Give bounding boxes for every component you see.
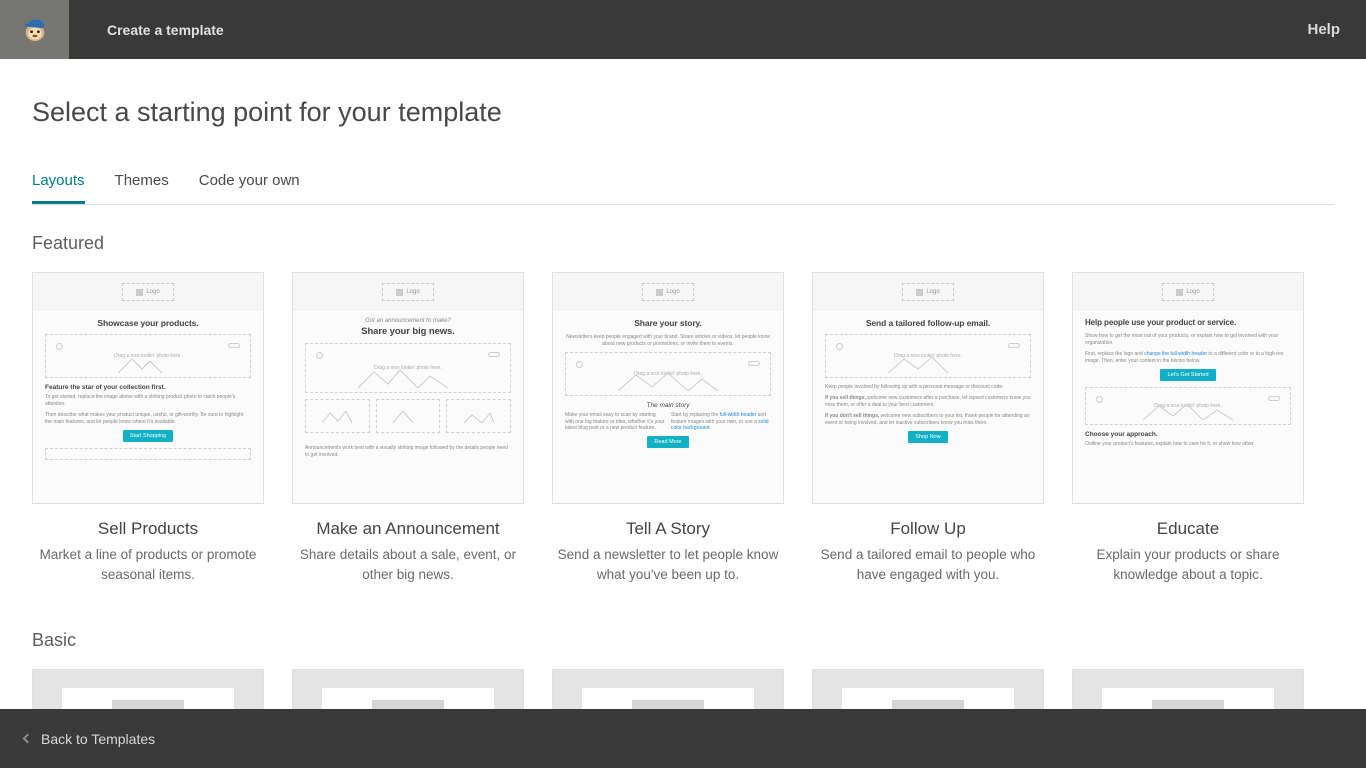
preview-image-placeholder	[376, 399, 441, 433]
preview-image-placeholder	[45, 448, 251, 460]
back-to-templates-link[interactable]: Back to Templates	[24, 731, 155, 747]
preview-make-announcement[interactable]: Logo Got an announcement to make? Share …	[292, 272, 524, 504]
preview-educate[interactable]: Logo Help people use your product or ser…	[1072, 272, 1304, 504]
preview-para: Show how to get the most out of your pro…	[1085, 333, 1291, 347]
template-card-basic-4	[812, 669, 1044, 710]
template-card-tell-story: Logo Share your story. Newsletters keep …	[552, 272, 784, 586]
preview-para: Announcements work best with a visually …	[305, 445, 511, 459]
template-card-basic-1	[32, 669, 264, 710]
preview-logo-placeholder: Logo	[902, 283, 954, 301]
preview-basic-2[interactable]	[292, 669, 524, 710]
back-label: Back to Templates	[41, 731, 155, 747]
card-title: Educate	[1072, 519, 1304, 539]
preview-heading: Showcase your products.	[45, 318, 251, 328]
preview-logo-placeholder: Logo	[122, 283, 174, 301]
preview-image-placeholder: Drag a nice lookin' photo here.	[305, 343, 511, 393]
basic-row	[32, 669, 1334, 710]
preview-image-placeholder: Drag a nice lookin' photo here.	[1085, 387, 1291, 425]
preview-basic-1[interactable]	[32, 669, 264, 710]
preview-logo-placeholder: Logo	[642, 283, 694, 301]
tab-code-your-own[interactable]: Code your own	[199, 172, 300, 204]
preview-image-placeholder: Drag a nice lookin' photo here.	[565, 352, 771, 396]
template-card-follow-up: Logo Send a tailored follow-up email. Dr…	[812, 272, 1044, 586]
card-title: Sell Products	[32, 519, 264, 539]
preview-cta-button: Read More	[647, 436, 688, 448]
preview-basic-5[interactable]	[1072, 669, 1304, 710]
page-title: Create a template	[107, 22, 224, 38]
preview-basic-4[interactable]	[812, 669, 1044, 710]
brand-logo[interactable]	[0, 0, 69, 59]
card-desc: Share details about a sale, event, or ot…	[292, 545, 524, 586]
help-link[interactable]: Help	[1307, 21, 1340, 38]
section-basic-title: Basic	[32, 630, 1334, 651]
template-card-sell-products: Logo Showcase your products. Drag a nice…	[32, 272, 264, 586]
template-card-basic-2	[292, 669, 524, 710]
card-desc: Send a tailored email to people who have…	[812, 545, 1044, 586]
template-card-basic-3	[552, 669, 784, 710]
main-content: Select a starting point for your templat…	[0, 59, 1366, 709]
tab-layouts[interactable]: Layouts	[32, 172, 85, 204]
preview-cta-button: Let's Get Started	[1160, 369, 1215, 381]
preview-basic-3[interactable]	[552, 669, 784, 710]
page-heading: Select a starting point for your templat…	[32, 97, 1334, 128]
section-featured-title: Featured	[32, 233, 1334, 254]
featured-row: Logo Showcase your products. Drag a nice…	[32, 272, 1334, 586]
preview-heading: Share your big news.	[305, 326, 511, 337]
preview-logo-placeholder: Logo	[1162, 283, 1214, 301]
preview-pretitle: Got an announcement to make?	[305, 318, 511, 324]
card-desc: Market a line of products or promote sea…	[32, 545, 264, 586]
preview-para: Start by replacing the full-width header…	[671, 412, 771, 432]
preview-tell-story[interactable]: Logo Share your story. Newsletters keep …	[552, 272, 784, 504]
preview-subhead: Choose your approach.	[1085, 431, 1291, 438]
preview-logo-placeholder: Logo	[382, 283, 434, 301]
template-card-basic-5	[1072, 669, 1304, 710]
template-card-make-announcement: Logo Got an announcement to make? Share …	[292, 272, 524, 586]
preview-para: If you don't sell things, welcome new su…	[825, 413, 1031, 427]
preview-para: Then describe what makes your product un…	[45, 412, 251, 426]
preview-heading: Share your story.	[565, 318, 771, 328]
preview-follow-up[interactable]: Logo Send a tailored follow-up email. Dr…	[812, 272, 1044, 504]
card-title: Tell A Story	[552, 519, 784, 539]
preview-image-placeholder: Drag a nice lookin' photo here.	[825, 334, 1031, 378]
preview-image-placeholder	[305, 399, 370, 433]
preview-para: Make your email easy to scan by starting…	[565, 412, 665, 432]
card-desc: Send a newsletter to let people know wha…	[552, 545, 784, 586]
preview-para: First, replace the logo and change the f…	[1085, 351, 1291, 365]
monkey-logo-icon	[18, 13, 52, 47]
preview-cta-button: Shop Now	[908, 431, 947, 443]
preview-image-placeholder	[446, 399, 511, 433]
preview-subhead: Feature the star of your collection firs…	[45, 384, 251, 391]
preview-para: Keep people involved by following up wit…	[825, 384, 1031, 391]
preview-para: Newsletters keep people engaged with you…	[565, 334, 771, 348]
preview-para: To get started, replace the image above …	[45, 394, 251, 408]
card-title: Follow Up	[812, 519, 1044, 539]
chevron-left-icon	[23, 734, 33, 744]
card-title: Make an Announcement	[292, 519, 524, 539]
preview-subhead: The main story	[565, 402, 771, 409]
card-desc: Explain your products or share knowledge…	[1072, 545, 1304, 586]
preview-heading: Help people use your product or service.	[1085, 318, 1291, 327]
top-bar: Create a template Help	[0, 0, 1366, 59]
template-card-educate: Logo Help people use your product or ser…	[1072, 272, 1304, 586]
preview-sell-products[interactable]: Logo Showcase your products. Drag a nice…	[32, 272, 264, 504]
bottom-bar: Back to Templates	[0, 709, 1366, 768]
preview-image-placeholder: Drag a nice lookin' photo here.	[45, 334, 251, 378]
preview-cta-button: Start Shopping	[123, 430, 173, 442]
preview-heading: Send a tailored follow-up email.	[825, 318, 1031, 328]
tab-themes[interactable]: Themes	[115, 172, 169, 204]
tabs-bar: Layouts Themes Code your own	[32, 172, 1334, 205]
preview-para: If you sell things, welcome new customer…	[825, 395, 1031, 409]
preview-para: Outline your product's features, explain…	[1085, 441, 1291, 448]
